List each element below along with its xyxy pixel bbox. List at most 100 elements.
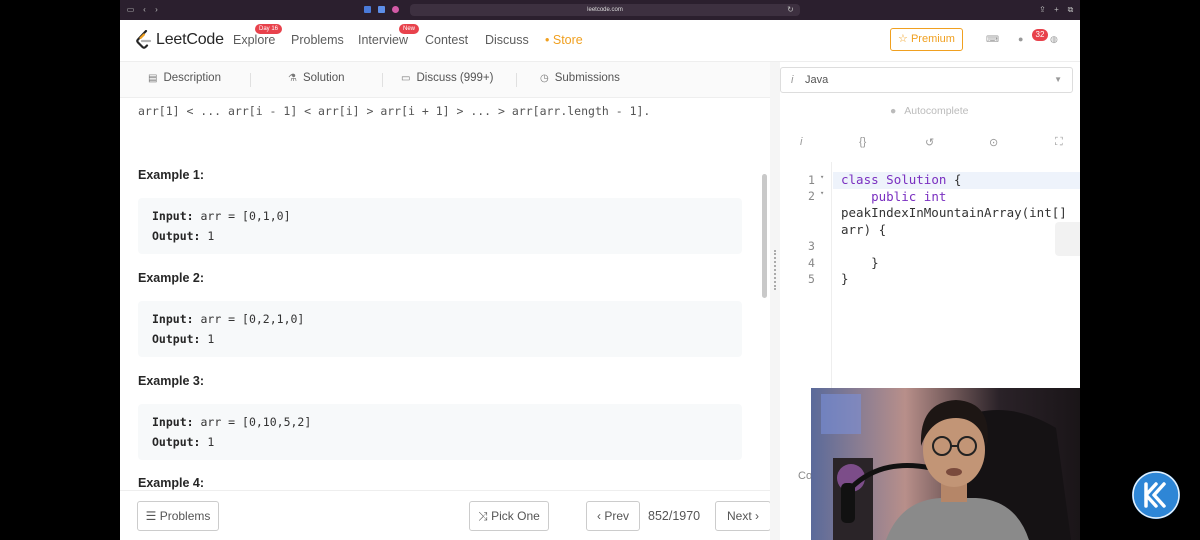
info-icon: i xyxy=(791,74,794,86)
nav-problems-label: Problems xyxy=(291,33,344,47)
webcam-overlay xyxy=(811,388,1080,540)
console-label: Co xyxy=(798,470,813,482)
language-select[interactable]: i Java ▼ xyxy=(780,67,1073,93)
tab-divider xyxy=(382,73,383,87)
address-bar[interactable]: leetcode.com xyxy=(410,4,800,16)
output-value: 1 xyxy=(207,435,215,449)
reload-icon[interactable]: ↻ xyxy=(786,5,795,14)
output-value: 1 xyxy=(207,332,215,346)
example-output: Output: 1 xyxy=(152,332,214,346)
reset-icon[interactable]: ↺ xyxy=(925,136,934,149)
premium-button[interactable]: ☆ Premium xyxy=(890,28,963,51)
example-title: Example 2: xyxy=(138,271,205,285)
share-icon[interactable]: ⇪ xyxy=(1038,5,1047,14)
info-icon[interactable]: i xyxy=(800,136,802,148)
braces-icon[interactable]: {} xyxy=(859,136,866,148)
example-title: Example 4: xyxy=(138,476,205,490)
playground-icon[interactable]: ⌨ xyxy=(986,34,999,45)
fullscreen-icon[interactable]: ⛶ xyxy=(1055,136,1063,149)
output-label: Output: xyxy=(152,332,201,346)
input-value: arr = [0,2,1,0] xyxy=(200,312,305,326)
next-button[interactable]: Next › xyxy=(715,501,771,531)
settings-icon[interactable]: ⊙ xyxy=(989,136,998,149)
line-number: 2 xyxy=(808,189,815,203)
line-number: 5 xyxy=(808,272,815,286)
leetcode-logo[interactable]: LeetCode xyxy=(136,29,224,50)
problems-list-button[interactable]: ☰ Problems xyxy=(137,501,219,531)
tab-discuss-label: Discuss (999+) xyxy=(416,72,494,84)
nav-store[interactable]: • Store xyxy=(545,33,583,47)
problem-tabs: ▤ Description ⚗ Solution ▭ Discuss (999+… xyxy=(120,62,770,98)
autocomplete-label: Autocomplete xyxy=(904,105,969,117)
new-tab-icon[interactable]: + xyxy=(1052,5,1061,14)
problem-index: 852/1970 xyxy=(648,509,701,523)
mountain-constraint-text: arr[1] < ... arr[i - 1] < arr[i] > arr[i… xyxy=(138,104,651,118)
channel-watermark-logo xyxy=(1132,471,1180,519)
chevron-left-icon: ‹ xyxy=(596,509,601,523)
nav-interview[interactable]: Interview New xyxy=(358,24,420,47)
editor-toolbar: i {} ↺ ⊙ ⛶ xyxy=(780,134,1080,154)
chevron-down-icon: ▼ xyxy=(1054,75,1062,84)
nav-explore[interactable]: Explore Day 16 xyxy=(233,24,283,47)
store-dot-icon: • xyxy=(545,33,550,47)
notification-bell-icon[interactable]: ● xyxy=(1018,34,1023,44)
forward-icon[interactable]: › xyxy=(152,5,161,14)
nav-discuss[interactable]: Discuss xyxy=(485,33,529,47)
document-icon: ▤ xyxy=(148,72,158,84)
nav-problems[interactable]: Problems xyxy=(291,33,344,47)
tab-submissions[interactable]: ◷ Submissions xyxy=(540,72,620,84)
chevron-right-icon: › xyxy=(755,509,760,523)
pick-one-button[interactable]: ⤨ Pick One xyxy=(469,501,549,531)
problems-button-label: Problems xyxy=(159,509,211,523)
flask-icon: ⚗ xyxy=(288,72,297,84)
autocomplete-toggle[interactable]: ● Autocomplete xyxy=(890,105,968,117)
side-panel-tab[interactable] xyxy=(1055,222,1080,256)
fold-arrow-icon[interactable]: ▾ xyxy=(820,189,824,197)
interview-new-badge: New xyxy=(399,24,420,34)
problem-description: arr[1] < ... arr[i - 1] < arr[i] > arr[i… xyxy=(120,98,770,490)
output-label: Output: xyxy=(152,229,201,243)
panel-splitter[interactable] xyxy=(770,62,780,540)
example-title: Example 1: xyxy=(138,168,205,182)
input-value: arr = [0,1,0] xyxy=(200,209,291,223)
output-label: Output: xyxy=(152,435,201,449)
tab-description-label: Description xyxy=(163,72,221,84)
prev-button[interactable]: ‹ Prev xyxy=(586,501,640,531)
tab-discuss[interactable]: ▭ Discuss (999+) xyxy=(401,72,493,84)
output-value: 1 xyxy=(207,229,215,243)
tab-description[interactable]: ▤ Description xyxy=(148,72,221,84)
tabs-overview-icon[interactable]: ⧉ xyxy=(1066,5,1075,14)
nav-explore-label: Explore xyxy=(233,33,276,47)
user-avatar-icon[interactable]: ◍ xyxy=(1050,34,1058,45)
nav-discuss-label: Discuss xyxy=(485,33,529,47)
site-navbar: LeetCode Explore Day 16 Problems Intervi… xyxy=(120,20,1080,62)
drag-handle-icon[interactable] xyxy=(774,250,776,290)
example-box: Input: arr = [0,2,1,0] Output: 1 xyxy=(138,301,742,357)
language-value: Java xyxy=(805,74,829,86)
example-input: Input: arr = [0,1,0] xyxy=(152,209,291,223)
toggle-dot-icon: ● xyxy=(890,105,897,117)
tab-favicon-icon[interactable] xyxy=(364,6,371,13)
source-code: class Solution { public int peakIndexInM… xyxy=(841,172,1067,286)
nav-interview-label: Interview xyxy=(358,33,409,47)
nav-store-label: Store xyxy=(552,33,583,47)
description-scrollbar[interactable] xyxy=(762,174,767,298)
nav-contest-label: Contest xyxy=(425,33,469,47)
tab-favicon-icon[interactable] xyxy=(378,6,385,13)
input-label: Input: xyxy=(152,312,194,326)
example-box: Input: arr = [0,10,5,2] Output: 1 xyxy=(138,404,742,460)
back-icon[interactable]: ‹ xyxy=(140,5,149,14)
tab-solution-label: Solution xyxy=(302,72,345,84)
sidebar-toggle-icon[interactable]: ▭ xyxy=(126,5,135,14)
example-input: Input: arr = [0,2,1,0] xyxy=(152,312,304,326)
example-output: Output: 1 xyxy=(152,229,214,243)
bottom-navigation: ☰ Problems ⤨ Pick One ‹ Prev 852/1970 Ne… xyxy=(120,490,780,540)
tab-solution[interactable]: ⚗ Solution xyxy=(288,72,345,84)
list-icon: ☰ xyxy=(145,509,157,523)
example-title: Example 3: xyxy=(138,374,205,388)
nav-contest[interactable]: Contest xyxy=(425,33,468,47)
tab-favicon-icon[interactable] xyxy=(392,6,399,13)
tab-submissions-label: Submissions xyxy=(554,72,620,84)
fold-arrow-icon[interactable]: ▾ xyxy=(820,173,824,181)
explore-badge: Day 16 xyxy=(255,24,283,34)
